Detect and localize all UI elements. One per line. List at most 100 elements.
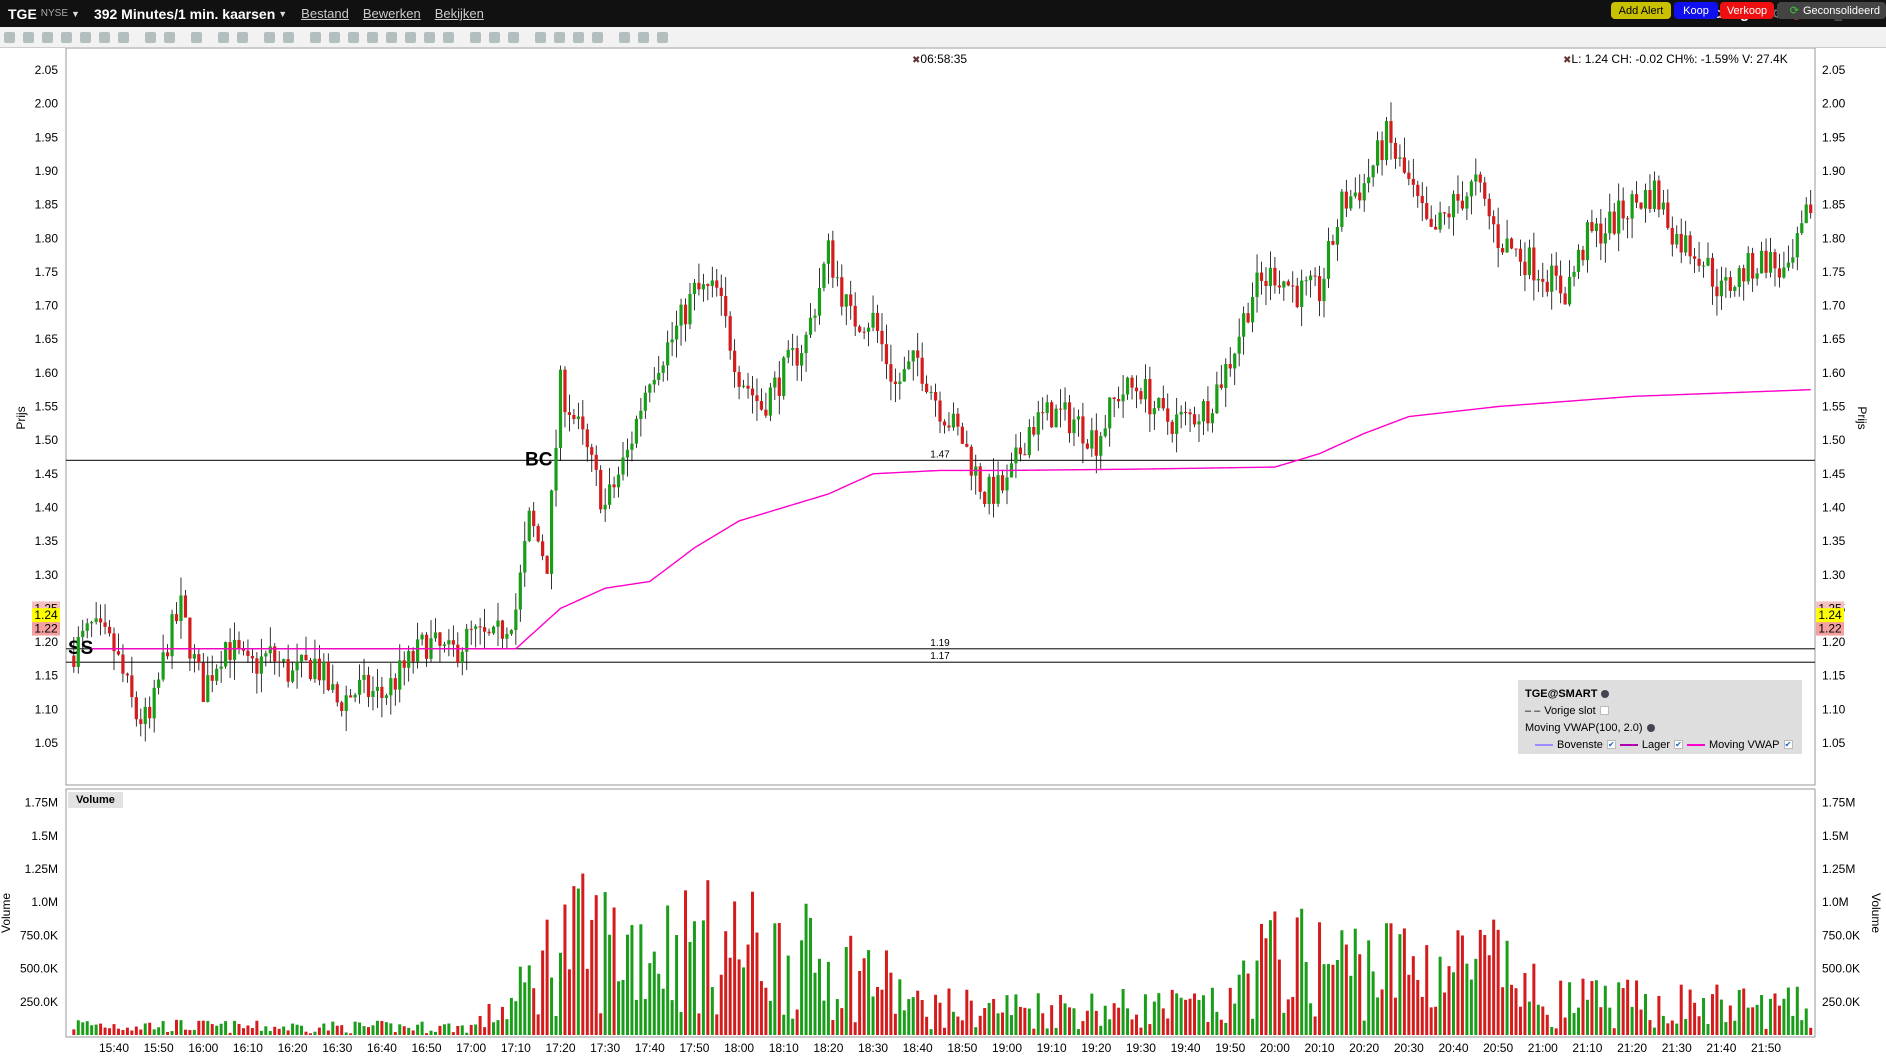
buy-button[interactable]: Koop [1674, 2, 1718, 19]
toolbar-tool-icon[interactable] [424, 31, 435, 43]
toolbar-tool-icon[interactable] [443, 31, 454, 43]
candle-body [1474, 174, 1478, 182]
candle-body [183, 595, 188, 618]
candle-body [724, 296, 728, 317]
toolbar-tool-icon[interactable] [638, 31, 649, 43]
toolbar-tool-icon[interactable] [145, 31, 156, 43]
toolbar-tool-icon[interactable] [310, 31, 321, 43]
volume-bar [72, 1029, 76, 1035]
volume-bar [835, 999, 839, 1035]
candle-body [679, 304, 683, 326]
prev-close-checkbox[interactable] [1599, 706, 1609, 715]
candle-body [1487, 198, 1491, 217]
volume-bar [1072, 1008, 1076, 1035]
toolbar-tool-icon[interactable] [554, 31, 565, 43]
volume-bar [590, 919, 594, 1035]
upper-swatch [1535, 743, 1553, 746]
volume-bar [469, 1024, 473, 1035]
vwap-checkbox[interactable]: ✔ [1783, 740, 1793, 749]
toolbar-tool-icon[interactable] [164, 31, 175, 43]
toolbar-tool-icon[interactable] [218, 31, 229, 43]
candle-body [1496, 224, 1500, 249]
consolidated-button[interactable]: ⟳ Geconsolideerd [1777, 2, 1886, 19]
toolbar-tool-icon[interactable] [329, 31, 340, 43]
candle-body [608, 484, 612, 505]
toolbar-tool-icon[interactable] [619, 31, 630, 43]
toolbar-tool-icon[interactable] [508, 31, 519, 43]
toolbar-tool-icon[interactable] [61, 31, 72, 43]
toolbar-tool-icon[interactable] [489, 31, 500, 43]
toolbar-tool-icon[interactable] [237, 31, 248, 43]
candle-body [1809, 204, 1813, 214]
chevron-down-icon[interactable]: ▼ [278, 9, 287, 19]
toolbar-tool-icon[interactable] [80, 31, 91, 43]
volume-bar [1452, 972, 1455, 1035]
candle-body [237, 639, 241, 650]
volume-bar [965, 989, 969, 1035]
price-chart[interactable]: 2.05 2.05 2.00 2.00 1.95 1.95 1.90 1.90 1.85 1.85… [0, 0, 1886, 1063]
globe-icon[interactable] [1646, 723, 1655, 732]
volume-bar [1742, 988, 1746, 1035]
toolbar-tool-icon[interactable] [470, 31, 481, 43]
upper-checkbox[interactable]: ✔ [1606, 740, 1616, 749]
volume-bar [1559, 980, 1563, 1035]
volume-bar [527, 965, 531, 1035]
toolbar-tool-icon[interactable] [191, 31, 202, 43]
toolbar-tool-icon[interactable] [405, 31, 416, 43]
y-tick-label-right: 1.90 [1822, 164, 1846, 178]
x-tick-label: 21:40 [1706, 1041, 1736, 1055]
volume-tick-label-right: 1.25M [1822, 862, 1855, 876]
candle-body [585, 429, 589, 448]
toolbar-tool-icon[interactable] [4, 31, 15, 43]
add-alert-button[interactable]: Add Alert [1611, 2, 1671, 19]
volume-bar [777, 923, 781, 1035]
x-tick-label: 16:00 [188, 1041, 218, 1055]
volume-bar [1018, 1006, 1022, 1035]
toolbar-tool-icon[interactable] [386, 31, 397, 43]
toolbar-tool-icon[interactable] [592, 31, 603, 43]
candle-body [737, 371, 741, 387]
volume-bar [1023, 1007, 1027, 1035]
toolbar-tool-icon[interactable] [42, 31, 53, 43]
menu-bestand[interactable]: Bestand [301, 6, 349, 21]
toolbar-tool-icon[interactable] [23, 31, 34, 43]
volume-bar [1273, 911, 1277, 1035]
menu-bekijken[interactable]: Bekijken [435, 6, 484, 21]
volume-bar [1510, 984, 1514, 1035]
candle-body [670, 339, 674, 343]
globe-icon[interactable] [1601, 689, 1610, 698]
volume-bar [1210, 987, 1214, 1035]
chevron-down-icon[interactable]: ▼ [71, 9, 80, 19]
candle-body [1393, 142, 1398, 159]
volume-bar [326, 1030, 330, 1035]
volume-bar [1487, 955, 1491, 1035]
candle-body [402, 660, 406, 668]
candle-body [451, 640, 455, 645]
lower-checkbox[interactable]: ✔ [1674, 740, 1684, 749]
symbol[interactable]: TGE [8, 6, 37, 22]
candle-body [1742, 268, 1746, 282]
sell-button[interactable]: Verkoop [1720, 2, 1774, 19]
toolbar-tool-icon[interactable] [118, 31, 129, 43]
period-selector[interactable]: 392 Minutes/1 min. kaarsen [94, 6, 275, 22]
toolbar-tool-icon[interactable] [657, 31, 668, 43]
menu-bewerken[interactable]: Bewerken [363, 6, 421, 21]
volume-bar [675, 935, 679, 1035]
toolbar-tool-icon[interactable] [99, 31, 110, 43]
candle-body [866, 327, 871, 332]
toolbar-tool-icon[interactable] [367, 31, 378, 43]
volume-bar [724, 931, 728, 1035]
candle-body [487, 631, 491, 634]
toolbar-tool-icon[interactable] [283, 31, 294, 43]
toolbar-tool-icon[interactable] [535, 31, 546, 43]
volume-bar [782, 1014, 786, 1035]
candle-body [491, 626, 496, 634]
toolbar-tool-icon[interactable] [264, 31, 275, 43]
candle-body [1719, 280, 1723, 297]
volume-bar [317, 1027, 321, 1035]
candle-body [1259, 272, 1264, 281]
candle-body [335, 684, 339, 703]
candle-body [165, 652, 170, 657]
toolbar-tool-icon[interactable] [348, 31, 359, 43]
toolbar-tool-icon[interactable] [573, 31, 584, 43]
